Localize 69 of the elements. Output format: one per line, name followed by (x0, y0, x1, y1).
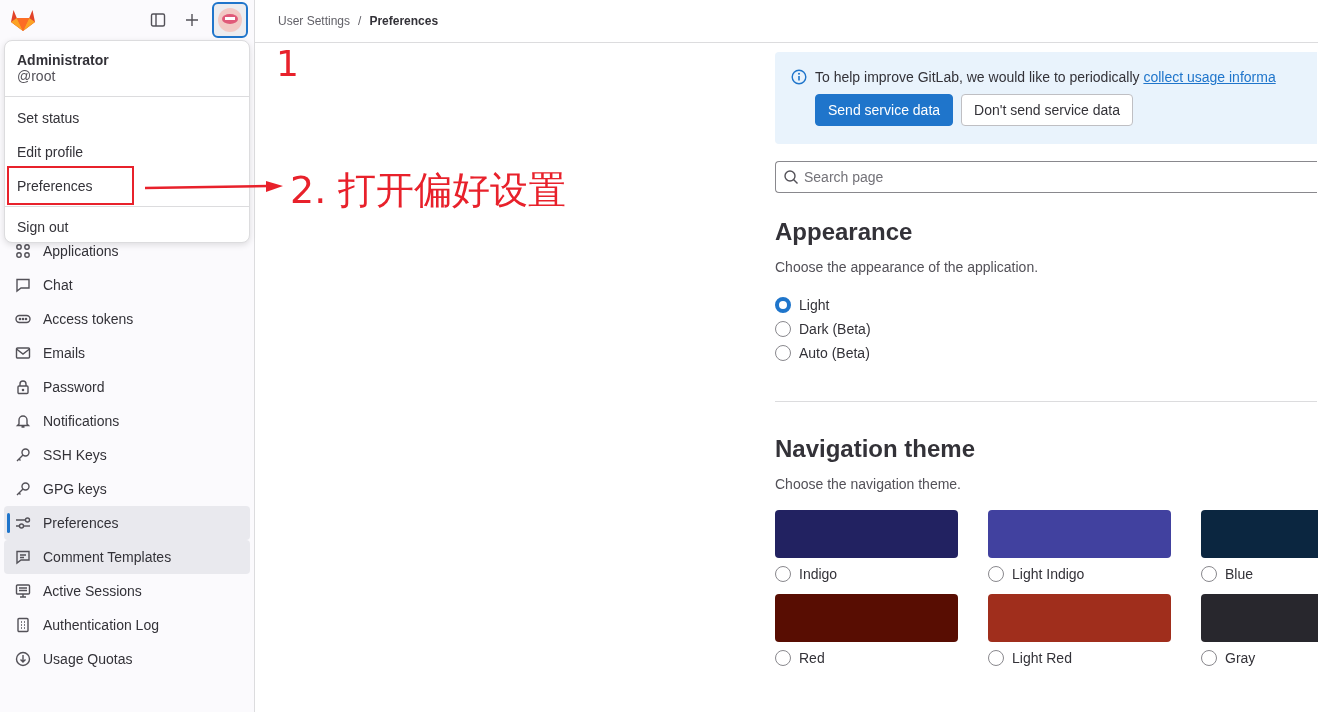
chat-icon (15, 277, 31, 293)
breadcrumb-link[interactable]: Preferences (369, 14, 439, 28)
theme-swatch[interactable] (988, 594, 1171, 642)
radio-button[interactable] (775, 345, 791, 361)
username: @root (17, 68, 57, 84)
sidebar-item[interactable]: Access tokens (4, 302, 250, 336)
sliders-icon (15, 515, 31, 531)
lock-icon (15, 379, 31, 395)
search-icon (783, 169, 799, 185)
radio-button[interactable] (775, 566, 791, 582)
usage-info-link[interactable]: collect usage informa (1143, 69, 1276, 85)
sidebar-item[interactable]: Authentication Log (4, 608, 250, 642)
annotation-text: 1 (276, 44, 299, 84)
sidebar-item[interactable]: Comment Templates (4, 540, 250, 574)
sidebar-item[interactable]: Password (4, 370, 250, 404)
search-field[interactable]: Search page (775, 161, 1317, 193)
radio-label: Red (799, 650, 825, 666)
annotation-text: 2. 打开偏好设置 (290, 170, 567, 210)
breadcrumb-link[interactable]: User Settings (278, 14, 351, 28)
comment-icon (15, 549, 31, 565)
sidebar-item[interactable]: Preferences (4, 506, 250, 540)
radio-label: Indigo (799, 566, 838, 582)
menu-item[interactable]: Set status (13, 104, 84, 132)
radio-label: Auto (Beta) (799, 345, 870, 361)
monitor-icon (15, 583, 31, 599)
theme-swatch[interactable] (775, 594, 958, 642)
grid-icon (15, 617, 31, 633)
breadcrumb-separator: / (358, 14, 362, 28)
radio-label: Light Indigo (1012, 566, 1085, 582)
section-heading: Navigation theme (775, 434, 977, 464)
sidebar-item[interactable]: Notifications (4, 404, 250, 438)
sidebar-item[interactable]: Chat (4, 268, 250, 302)
section-heading: Appearance (775, 217, 914, 247)
radio-label: Light Red (1012, 650, 1072, 666)
sidebar-item[interactable]: Emails (4, 336, 250, 370)
bell-icon (15, 413, 31, 429)
download-circle-icon (15, 651, 31, 667)
section-description: Choose the navigation theme. (775, 476, 962, 492)
info-icon (791, 69, 807, 85)
key-icon (15, 447, 31, 463)
user-name: Administrator (17, 52, 110, 68)
avatar-button[interactable] (212, 2, 248, 38)
radio-button[interactable] (775, 321, 791, 337)
decline-button[interactable]: Don't send service data (961, 94, 1133, 126)
mail-icon (15, 345, 31, 361)
menu-item[interactable]: Preferences (13, 172, 97, 200)
sidebar-item[interactable]: SSH Keys (4, 438, 250, 472)
sidebar-item[interactable]: GPG keys (4, 472, 250, 506)
radio-button[interactable] (988, 650, 1004, 666)
theme-swatch[interactable] (775, 510, 958, 558)
key-icon (15, 481, 31, 497)
menu-item[interactable]: Edit profile (13, 138, 88, 166)
radio-button[interactable] (988, 566, 1004, 582)
section-description: Choose the appearance of the application. (775, 259, 1040, 275)
radio-button[interactable] (1201, 650, 1217, 666)
sidebar-item[interactable]: Usage Quotas (4, 642, 250, 676)
radio-button[interactable] (1201, 566, 1217, 582)
radio-button[interactable] (775, 297, 791, 313)
banner-message: To help improve GitLab, we would like to periodically collect usage informa (815, 68, 1276, 86)
radio-label: Gray (1225, 650, 1256, 666)
send-data-button[interactable]: Send service data (815, 94, 954, 126)
radio-label: Dark (Beta) (799, 321, 871, 337)
apps-icon (15, 243, 31, 259)
radio-label: Light (799, 297, 830, 313)
radio-button[interactable] (775, 650, 791, 666)
gitlab-logo[interactable] (10, 8, 36, 32)
sidebar-item[interactable]: Active Sessions (4, 574, 250, 608)
radio-label: Blue (1225, 566, 1254, 582)
theme-swatch[interactable] (988, 510, 1171, 558)
